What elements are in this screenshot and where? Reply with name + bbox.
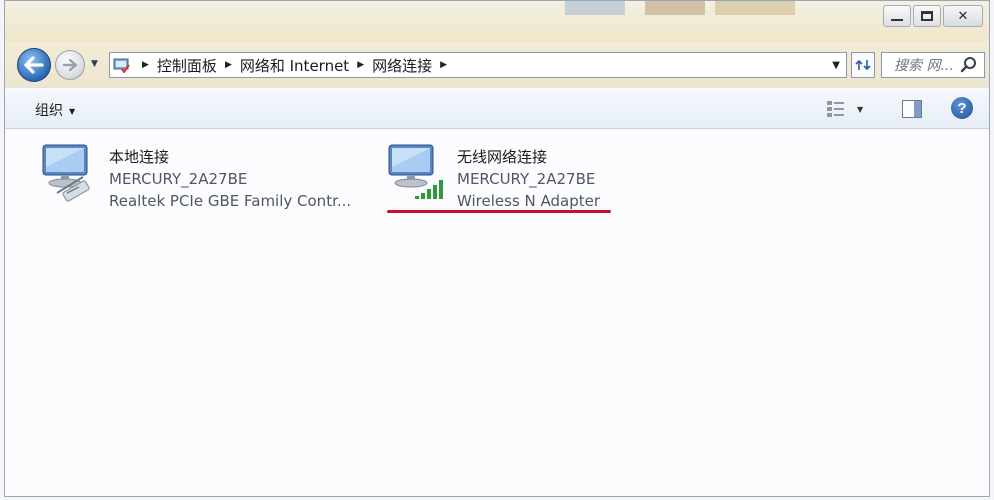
navigation-bar: ▼ ▶ 控制面板 ▶ 网络和 Internet ▶ 网络连接 ▶ ▼ 搜索 网.… [5,41,989,87]
maximize-button[interactable] [913,5,941,27]
forward-button[interactable] [55,50,85,80]
change-view-button[interactable]: ▼ [825,99,863,119]
connections-list: 本地连接 MERCURY_2A27BE Realtek PCIe GBE Fam… [5,129,989,496]
breadcrumb-separator[interactable]: ▶ [142,60,149,70]
views-icon [827,101,844,117]
help-icon[interactable]: ? [951,97,973,119]
connection-adapter: Realtek PCIe GBE Family Contr... [109,192,352,210]
close-icon: ✕ [957,8,969,24]
background-blur [645,1,705,15]
preview-pane-icon[interactable] [902,100,922,118]
recent-pages-dropdown[interactable]: ▼ [91,59,98,69]
connection-name: 本地连接 [109,148,170,166]
wired-network-icon [37,141,99,203]
command-bar: 组织 ▼ ▼ ? [5,87,989,129]
breadcrumb-network-internet[interactable]: 网络和 Internet [240,55,349,76]
search-placeholder: 搜索 网... [894,58,954,74]
search-icon[interactable] [960,56,978,74]
breadcrumb-network-connections[interactable]: 网络连接 [372,55,432,76]
wireless-network-icon [385,141,447,203]
connection-network: MERCURY_2A27BE [109,170,248,188]
back-arrow-icon [24,56,44,74]
connection-network: MERCURY_2A27BE [457,170,596,188]
title-bar[interactable]: ✕ [5,1,989,41]
close-button[interactable]: ✕ [943,5,983,27]
annotation-underline [387,210,611,213]
background-blur [565,1,625,15]
maximize-icon [921,11,933,21]
forward-arrow-icon [62,58,78,72]
minimize-button[interactable] [883,5,911,27]
chevron-down-icon: ▼ [69,106,76,116]
background-blur [715,1,795,15]
minimize-icon [891,19,903,21]
search-input[interactable]: 搜索 网... [881,52,985,78]
breadcrumb-separator[interactable]: ▶ [440,60,447,70]
explorer-window: ✕ ▼ ▶ 控制面板 ▶ 网络和 Internet ▶ 网络连接 ▶ ▼ 搜索 … [4,0,990,497]
breadcrumb-control-panel[interactable]: 控制面板 [157,55,217,76]
address-bar[interactable]: ▶ 控制面板 ▶ 网络和 Internet ▶ 网络连接 ▶ ▼ [109,52,847,78]
chevron-down-icon: ▼ [857,104,864,114]
connection-item-wireless[interactable]: 无线网络连接 MERCURY_2A27BE Wireless N Adapter [385,141,600,212]
address-history-dropdown[interactable]: ▼ [832,60,840,71]
caption-buttons: ✕ [883,5,983,27]
refresh-button[interactable] [851,52,875,78]
connection-item-local[interactable]: 本地连接 MERCURY_2A27BE Realtek PCIe GBE Fam… [37,141,351,212]
connection-adapter: Wireless N Adapter [457,192,601,210]
connection-name: 无线网络连接 [457,148,548,166]
organize-label: 组织 [35,103,63,119]
refresh-icon [855,59,871,71]
breadcrumb-separator[interactable]: ▶ [357,60,364,70]
back-button[interactable] [17,48,51,82]
control-panel-icon [110,57,134,73]
organize-menu[interactable]: 组织 ▼ [35,100,75,120]
breadcrumb-separator[interactable]: ▶ [225,60,232,70]
